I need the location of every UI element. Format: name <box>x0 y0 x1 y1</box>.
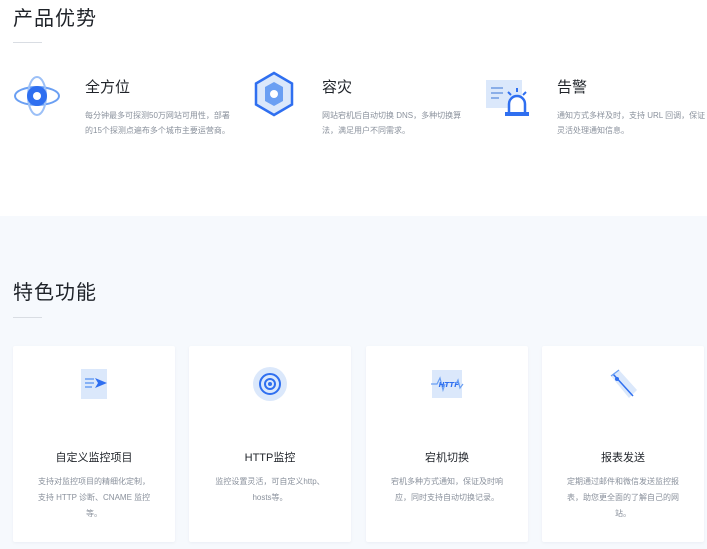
feature-desc: 监控设置灵活，可自定义http、hosts等。 <box>215 477 325 502</box>
advantages-title: 产品优势 <box>13 8 97 30</box>
features-title: 特色功能 <box>13 282 97 304</box>
feature-card-custom-monitoring[interactable]: 自定义监控项目 支持对监控项目的精细化定制，支持 HTTP 诊断、CNAME 监… <box>13 346 175 542</box>
advantage-title: 容灾 <box>322 79 353 96</box>
feature-title: 宕机切换 <box>425 452 469 464</box>
feature-title: 报表发送 <box>601 452 645 464</box>
hexagon-icon <box>254 71 294 117</box>
feature-desc: 支持对监控项目的精细化定制，支持 HTTP 诊断、CNAME 监控等。 <box>37 477 151 518</box>
advantage-desc: 每分钟最多可探测50万网站可用性，部署的15个探测点遍布多个城市主要运营商。 <box>85 111 230 135</box>
advantage-desc: 通知方式多样及时，支持 URL 回调，保证灵活处理通知信息。 <box>557 111 706 135</box>
advantage-title: 告警 <box>557 79 588 96</box>
orbit-icon <box>14 76 60 116</box>
alarm-icon <box>486 80 529 116</box>
feature-card-report[interactable]: 报表发送 定期通过邮件和微信发送监控报表，助您更全面的了解自己的网站。 <box>542 346 704 542</box>
feature-title: 自定义监控项目 <box>55 452 133 464</box>
feature-card-failover[interactable]: HTTP 宕机切换 宕机多种方式通知，保证及时响应，同时支持自动切换记录。 <box>366 346 528 542</box>
feature-card-http-monitoring[interactable]: HTTP监控 监控设置灵活，可自定义http、hosts等。 <box>189 346 351 542</box>
feature-desc: 定期通过邮件和微信发送监控报表，助您更全面的了解自己的网站。 <box>567 477 679 518</box>
advantage-desc: 网站宕机后自动切换 DNS，多种切换算法，满足用户不同需求。 <box>322 111 462 135</box>
send-doc-icon <box>81 369 107 399</box>
report-icon <box>610 369 637 398</box>
http-icon: HTTP <box>431 370 464 398</box>
features-divider <box>13 317 42 318</box>
feature-title: HTTP监控 <box>244 452 296 464</box>
target-icon <box>253 367 287 401</box>
feature-desc: 宕机多种方式通知，保证及时响应，同时支持自动切换记录。 <box>391 477 503 502</box>
advantages-divider <box>13 42 42 43</box>
advantage-title: 全方位 <box>85 79 131 96</box>
